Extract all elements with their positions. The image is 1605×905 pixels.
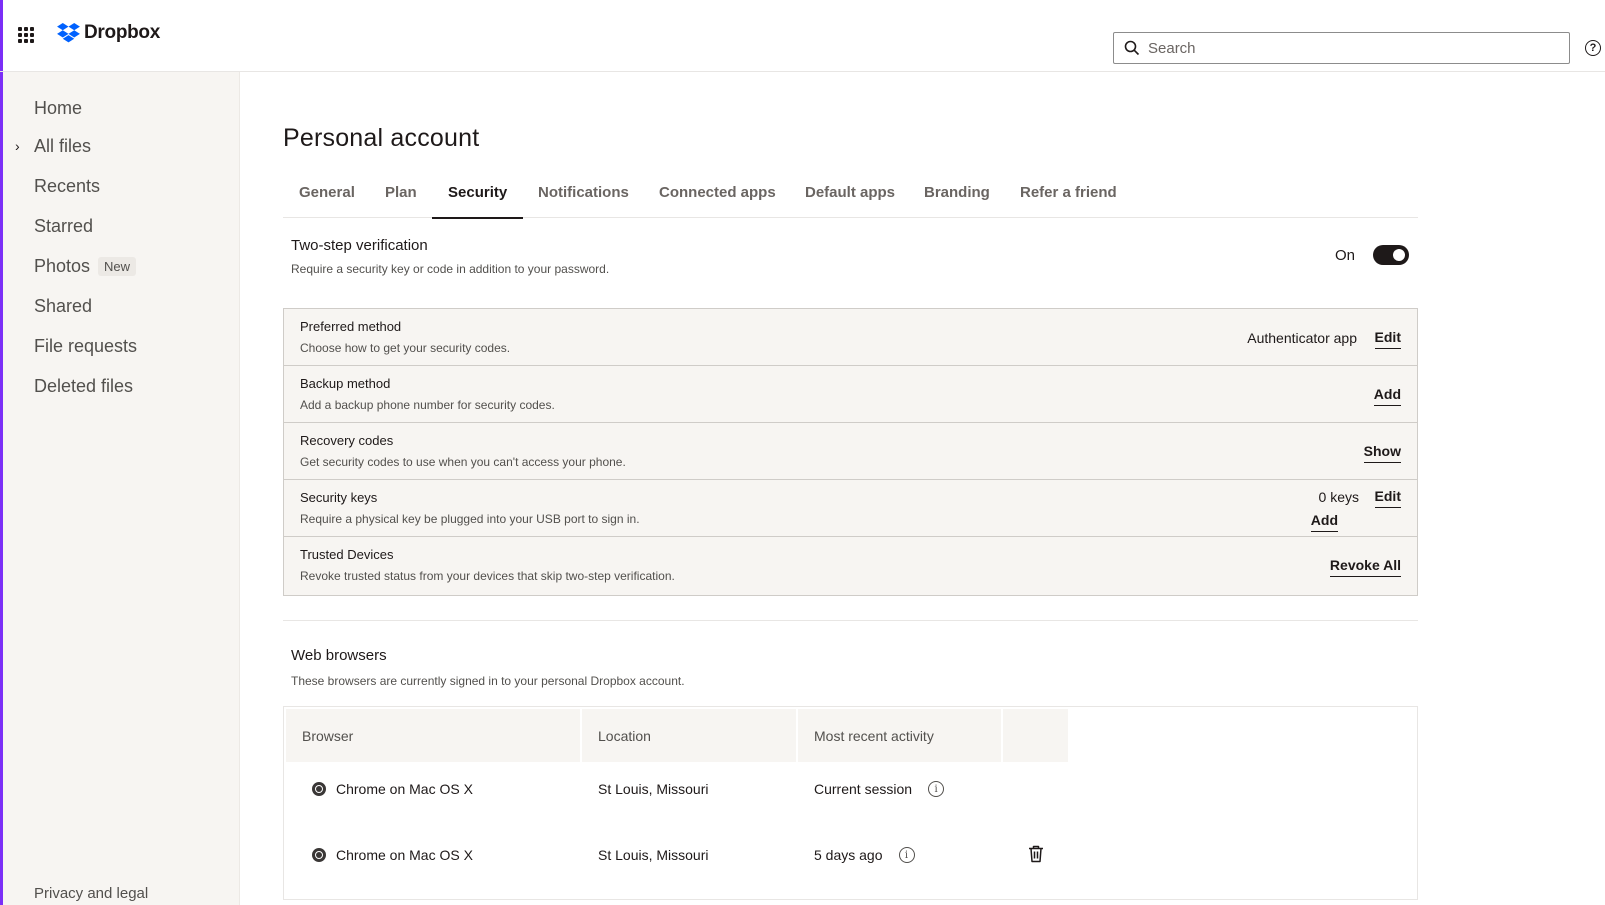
top-bar: Dropbox ?	[0, 0, 1605, 72]
sidebar-item-home[interactable]: Home	[34, 98, 82, 119]
sidebar-item-label: Home	[34, 98, 83, 118]
two-step-methods: Preferred method Choose how to get your …	[283, 308, 1418, 596]
table-row-2-activity: 5 days ago i	[814, 845, 915, 865]
activity-text: Current session	[814, 781, 913, 797]
dropbox-logo-icon	[57, 23, 80, 43]
method-row-backup: Backup method Add a backup phone number …	[284, 366, 1417, 423]
tab-refer-a-friend[interactable]: Refer a friend	[1020, 184, 1117, 218]
tab-connected-apps[interactable]: Connected apps	[659, 184, 776, 218]
chrome-icon	[312, 782, 326, 796]
sidebar-item-label: Starred	[34, 216, 94, 236]
edit-security-keys-button[interactable]: Edit	[1374, 488, 1401, 508]
sidebar-item-all-files[interactable]: All files	[34, 136, 91, 157]
two-step-status: On	[1335, 247, 1356, 264]
account-tabs: General Plan Security Notifications Conn…	[283, 180, 1418, 219]
sidebar-item-shared[interactable]: Shared	[34, 296, 92, 317]
table-row-2-location: St Louis, Missouri	[598, 847, 709, 863]
tab-branding[interactable]: Branding	[924, 184, 990, 218]
tab-plan[interactable]: Plan	[385, 184, 417, 218]
sidebar-item-label: Shared	[34, 296, 93, 316]
column-header-activity: Most recent activity	[798, 709, 1001, 762]
table-row-1-browser: Chrome on Mac OS X	[312, 779, 473, 799]
add-backup-method-button[interactable]: Add	[1373, 386, 1401, 406]
info-icon[interactable]: i	[928, 781, 945, 797]
web-browsers-subtitle: These browsers are currently signed in t…	[291, 674, 685, 688]
column-header-location: Location	[582, 709, 796, 762]
sidebar-item-file-requests[interactable]: File requests	[34, 336, 137, 357]
column-header-actions	[1003, 709, 1068, 762]
method-subtitle: Add a backup phone number for security c…	[300, 398, 555, 412]
table-row-1-activity: Current session i	[814, 779, 945, 799]
privacy-legal-link[interactable]: Privacy and legal	[34, 885, 148, 902]
method-title: Backup method	[300, 376, 391, 391]
two-step-toggle[interactable]	[1373, 245, 1409, 265]
search-icon	[1124, 40, 1140, 56]
sidebar-item-deleted-files[interactable]: Deleted files	[34, 376, 133, 397]
chevron-right-icon[interactable]: ›	[15, 138, 20, 154]
help-icon[interactable]: ?	[1585, 40, 1601, 56]
table-row-1-location: St Louis, Missouri	[598, 781, 709, 797]
column-header-browser: Browser	[286, 709, 580, 762]
sidebar-item-recents[interactable]: Recents	[34, 176, 100, 197]
method-subtitle: Revoke trusted status from your devices …	[300, 569, 675, 583]
sidebar-item-label: All files	[34, 136, 92, 156]
method-row-trusted-devices: Trusted Devices Revoke trusted status fr…	[284, 537, 1417, 594]
web-browsers-table: Browser Location Most recent activity Ch…	[283, 706, 1418, 900]
sidebar-item-label: File requests	[34, 336, 138, 356]
sidebar: Home › All files Recents Starred Photos …	[3, 72, 240, 905]
edit-preferred-method-button[interactable]: Edit	[1374, 329, 1401, 349]
sidebar-item-label: Deleted files	[34, 376, 134, 396]
two-step-subtitle: Require a security key or code in additi…	[291, 262, 610, 276]
browser-name: Chrome on Mac OS X	[336, 781, 473, 797]
tab-default-apps[interactable]: Default apps	[805, 184, 895, 218]
chrome-icon	[312, 848, 326, 862]
method-subtitle: Require a physical key be plugged into y…	[300, 512, 640, 526]
security-keys-count: 0 keys	[1318, 489, 1359, 505]
method-title: Preferred method	[300, 319, 402, 334]
sidebar-item-photos[interactable]: Photos New	[34, 256, 137, 277]
preferred-method-value: Authenticator app	[1247, 330, 1357, 346]
tab-security[interactable]: Security	[431, 184, 524, 219]
sidebar-item-starred[interactable]: Starred	[34, 216, 93, 237]
search-box[interactable]	[1113, 32, 1570, 64]
revoke-all-devices-button[interactable]: Revoke All	[1329, 557, 1401, 577]
method-row-preferred: Preferred method Choose how to get your …	[284, 309, 1417, 366]
search-input[interactable]	[1148, 39, 1548, 57]
method-subtitle: Choose how to get your security codes.	[300, 341, 511, 355]
tab-general[interactable]: General	[299, 184, 355, 218]
browser-name: Chrome on Mac OS X	[336, 847, 473, 863]
method-title: Recovery codes	[300, 433, 394, 448]
add-security-key-button[interactable]: Add	[1310, 512, 1338, 532]
activity-text: 5 days ago	[814, 847, 883, 863]
page-title: Personal account	[283, 124, 480, 152]
info-icon[interactable]: i	[898, 847, 915, 863]
brand-name: Dropbox	[84, 22, 161, 43]
web-browsers-title: Web browsers	[291, 647, 387, 664]
sidebar-item-label: Photos	[34, 256, 91, 276]
method-row-security-keys: Security keys Require a physical key be …	[284, 480, 1417, 537]
method-subtitle: Get security codes to use when you can't…	[300, 455, 626, 469]
section-divider	[283, 620, 1418, 621]
app-grid-icon[interactable]	[18, 27, 34, 43]
sidebar-item-label: Recents	[34, 176, 101, 196]
method-title: Security keys	[300, 490, 378, 505]
show-recovery-codes-button[interactable]: Show	[1363, 443, 1401, 463]
tab-notifications[interactable]: Notifications	[538, 184, 629, 218]
two-step-title: Two-step verification	[291, 237, 428, 254]
trash-icon[interactable]	[1028, 845, 1044, 863]
dropbox-logo[interactable]: Dropbox	[57, 22, 160, 44]
new-badge: New	[98, 257, 137, 276]
table-row-2-browser: Chrome on Mac OS X	[312, 845, 473, 865]
method-title: Trusted Devices	[300, 547, 394, 562]
method-row-recovery: Recovery codes Get security codes to use…	[284, 423, 1417, 480]
